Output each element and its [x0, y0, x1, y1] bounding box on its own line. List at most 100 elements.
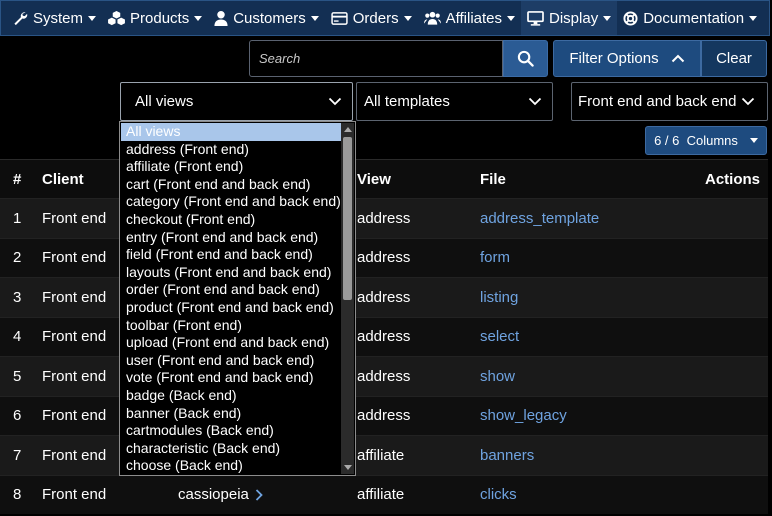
row-num: 7 — [13, 446, 22, 464]
chevron-down-icon — [603, 15, 612, 21]
row-file-link[interactable]: select — [480, 318, 519, 357]
row-template[interactable]: cassiopeia — [178, 476, 263, 515]
header-view[interactable]: View — [357, 160, 391, 198]
life-ring-icon — [623, 10, 638, 26]
row-client: Front end — [42, 328, 107, 346]
nav-customers[interactable]: Customers — [208, 1, 325, 35]
table-row: 6 Front end address show_legacy — [0, 395, 768, 436]
dropdown-option[interactable]: cartmodules (Back end) — [121, 422, 341, 440]
row-file-link[interactable]: listing — [480, 278, 518, 317]
scroll-down-icon[interactable] — [344, 465, 352, 470]
chevron-down-icon — [310, 15, 319, 21]
row-file-link[interactable]: banners — [480, 436, 534, 475]
dropdown-option[interactable]: checkout (Front end) — [121, 211, 341, 229]
dropdown-option[interactable]: choose (Back end) — [121, 457, 341, 475]
table-row: 1 Front end address address_template — [0, 198, 768, 238]
credit-card-icon — [331, 11, 348, 25]
chevron-down-icon — [194, 15, 203, 21]
templates-select[interactable]: All templates — [356, 82, 553, 121]
row-view: address — [357, 288, 411, 306]
dropdown-option[interactable]: entry (Front end and back end) — [121, 229, 341, 247]
dropdown-option[interactable]: address (Front end) — [121, 141, 341, 159]
nav-documentation[interactable]: Documentation — [617, 1, 763, 35]
search-button[interactable] — [503, 40, 548, 77]
clear-button[interactable]: Clear — [701, 40, 767, 77]
row-num: 5 — [13, 367, 22, 385]
templates-select-value: All templates — [364, 93, 450, 110]
columns-label: 6 / 6 Columns — [654, 133, 738, 148]
chevron-down-icon — [749, 15, 758, 21]
header-actions: Actions — [704, 170, 760, 188]
chevron-down-icon — [328, 97, 342, 106]
nav-display-label: Display — [549, 9, 599, 27]
nav-system[interactable]: System — [7, 1, 102, 35]
nav-display[interactable]: Display — [521, 1, 618, 35]
nav-orders-label: Orders — [352, 9, 399, 27]
chevron-down-icon — [741, 97, 755, 106]
dropdown-option[interactable]: All views — [121, 123, 341, 141]
dropdown-option[interactable]: banner (Back end) — [121, 405, 341, 423]
dropdown-scrollbar[interactable] — [341, 123, 354, 474]
chevron-down-icon — [507, 15, 516, 21]
row-client: Front end — [42, 446, 107, 464]
table-header: # Client View File Actions — [0, 159, 768, 198]
dropdown-option[interactable]: user (Front end and back end) — [121, 352, 341, 370]
row-file-link[interactable]: form — [480, 239, 510, 278]
chevron-down-icon — [403, 15, 412, 21]
dropdown-option[interactable]: toolbar (Front end) — [121, 317, 341, 335]
row-view: address — [357, 209, 411, 227]
row-num: 8 — [13, 486, 22, 504]
header-num[interactable]: # — [13, 160, 21, 198]
row-client: Front end — [42, 249, 107, 267]
dropdown-option[interactable]: layouts (Front end and back end) — [121, 264, 341, 282]
top-navigation: System Products Customers Orders Affilia… — [0, 0, 770, 36]
dropdown-option[interactable]: badge (Back end) — [121, 387, 341, 405]
table-row: 4 Front end address select — [0, 316, 768, 357]
table-row: 8 Front end cassiopeia affiliate clicks — [0, 474, 768, 515]
table-row: 2 Front end address form — [0, 237, 768, 278]
row-file-link[interactable]: show_legacy — [480, 397, 567, 436]
row-client: Front end — [42, 407, 107, 425]
scrollbar-thumb[interactable] — [343, 137, 352, 300]
header-file[interactable]: File — [480, 160, 506, 198]
client-select-value: Front end and back end — [578, 93, 737, 110]
row-file-link[interactable]: address_template — [480, 199, 599, 238]
views-select-value: All views — [135, 93, 194, 110]
row-num: 6 — [13, 407, 22, 425]
chevron-down-icon — [88, 15, 97, 21]
row-view: address — [357, 367, 411, 385]
row-num: 4 — [13, 328, 22, 346]
dropdown-option[interactable]: characteristic (Back end) — [121, 440, 341, 458]
dropdown-option[interactable]: affiliate (Front end) — [121, 158, 341, 176]
dropdown-option[interactable]: product (Front end and back end) — [121, 299, 341, 317]
columns-button[interactable]: 6 / 6 Columns — [645, 126, 767, 155]
row-file-link[interactable]: show — [480, 357, 515, 396]
nav-affiliates[interactable]: Affiliates — [418, 1, 521, 35]
row-num: 1 — [13, 209, 22, 227]
search-input[interactable] — [249, 40, 503, 77]
filter-options-button[interactable]: Filter Options — [553, 40, 701, 77]
row-view: address — [357, 249, 411, 267]
dropdown-option[interactable]: field (Front end and back end) — [121, 246, 341, 264]
dropdown-option[interactable]: cart (Front end and back end) — [121, 176, 341, 194]
dropdown-option[interactable]: category (Front end and back end) — [121, 193, 341, 211]
nav-products[interactable]: Products — [102, 1, 208, 35]
dropdown-option[interactable]: vote (Front end and back end) — [121, 369, 341, 387]
client-select[interactable]: Front end and back end — [571, 82, 768, 121]
row-file-link[interactable]: clicks — [480, 476, 517, 515]
views-select[interactable]: All views — [120, 82, 353, 121]
dropdown-option[interactable]: order (Front end and back end) — [121, 281, 341, 299]
desktop-icon — [527, 10, 544, 26]
dropdown-option[interactable]: upload (Front end and back end) — [121, 334, 341, 352]
search-icon — [517, 50, 534, 67]
scroll-up-icon[interactable] — [344, 127, 352, 132]
header-client[interactable]: Client — [42, 160, 84, 198]
table-row: 7 Front end affiliate banners — [0, 435, 768, 475]
row-num: 3 — [13, 288, 22, 306]
views-dropdown-list: All views address (Front end) affiliate (F… — [119, 121, 356, 476]
wrench-icon — [14, 11, 28, 25]
nav-orders[interactable]: Orders — [325, 1, 418, 35]
row-client: Front end — [42, 367, 107, 385]
templates-table: # Client View File Actions 1 Front end add… — [0, 159, 768, 514]
users-icon — [423, 11, 441, 25]
